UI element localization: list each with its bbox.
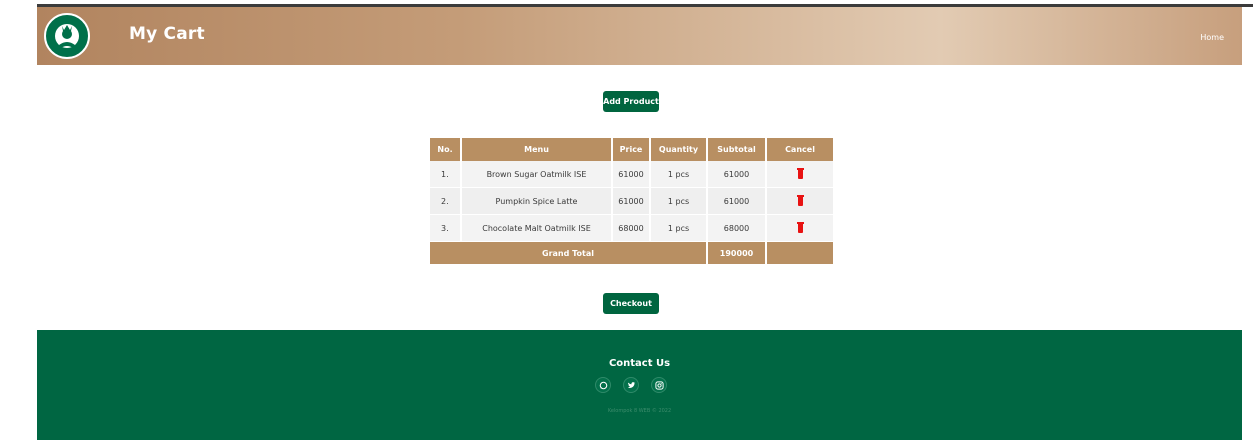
instagram-icon[interactable] <box>651 377 667 393</box>
whatsapp-icon[interactable] <box>595 377 611 393</box>
cell-quantity: 1 pcs <box>650 187 708 215</box>
cell-menu: Pumpkin Spice Latte <box>461 187 613 215</box>
cell-cancel <box>766 187 833 215</box>
cart-table: No. Menu Price Quantity Subtotal Cancel … <box>430 138 833 265</box>
cell-menu: Chocolate Malt Oatmilk ISE <box>461 214 613 242</box>
table-row: 2. Pumpkin Spice Latte 61000 1 pcs 61000 <box>430 187 833 215</box>
grand-total-value: 190000 <box>707 241 767 265</box>
cell-subtotal: 61000 <box>707 161 767 188</box>
grand-total-label: Grand Total <box>430 241 708 265</box>
cell-no: 1. <box>430 161 462 188</box>
cell-no: 2. <box>430 187 462 215</box>
cell-quantity: 1 pcs <box>650 214 708 242</box>
copyright-text: Kelompok 8 WEB © 2022 <box>607 408 672 414</box>
trash-icon[interactable] <box>796 221 804 233</box>
grand-total-empty-cell <box>766 241 833 265</box>
cell-price: 61000 <box>612 187 651 215</box>
cell-subtotal: 68000 <box>707 214 767 242</box>
page-title: My Cart <box>129 24 205 44</box>
table-header-row: No. Menu Price Quantity Subtotal Cancel <box>430 138 833 161</box>
column-header-no: No. <box>430 138 462 161</box>
header-bar: My Cart Home <box>37 7 1242 65</box>
nav-home-link[interactable]: Home <box>1200 33 1224 42</box>
add-product-button[interactable]: Add Product <box>603 91 659 112</box>
cell-price: 68000 <box>612 214 651 242</box>
footer: Contact Us Kelompok 8 WEB © 2022 <box>37 330 1242 440</box>
cell-no: 3. <box>430 214 462 242</box>
cell-price: 61000 <box>612 161 651 188</box>
cell-cancel <box>766 161 833 188</box>
trash-icon[interactable] <box>796 194 804 206</box>
column-header-price: Price <box>612 138 651 161</box>
starbucks-logo[interactable] <box>44 13 90 59</box>
cell-subtotal: 61000 <box>707 187 767 215</box>
contact-title: Contact Us <box>608 358 671 369</box>
table-row: 3. Chocolate Malt Oatmilk ISE 68000 1 pc… <box>430 214 833 242</box>
table-row: 1. Brown Sugar Oatmilk ISE 61000 1 pcs 6… <box>430 161 833 188</box>
trash-icon[interactable] <box>796 167 804 179</box>
column-header-quantity: Quantity <box>650 138 708 161</box>
top-rule <box>0 0 1253 7</box>
social-links <box>593 377 673 395</box>
column-header-cancel: Cancel <box>766 138 833 161</box>
cell-menu: Brown Sugar Oatmilk ISE <box>461 161 613 188</box>
cell-cancel <box>766 214 833 242</box>
column-header-subtotal: Subtotal <box>707 138 767 161</box>
twitter-icon[interactable] <box>623 377 639 393</box>
checkout-button[interactable]: Checkout <box>603 293 659 314</box>
column-header-menu: Menu <box>461 138 613 161</box>
cell-quantity: 1 pcs <box>650 161 708 188</box>
grand-total-row: Grand Total 190000 <box>430 241 833 265</box>
